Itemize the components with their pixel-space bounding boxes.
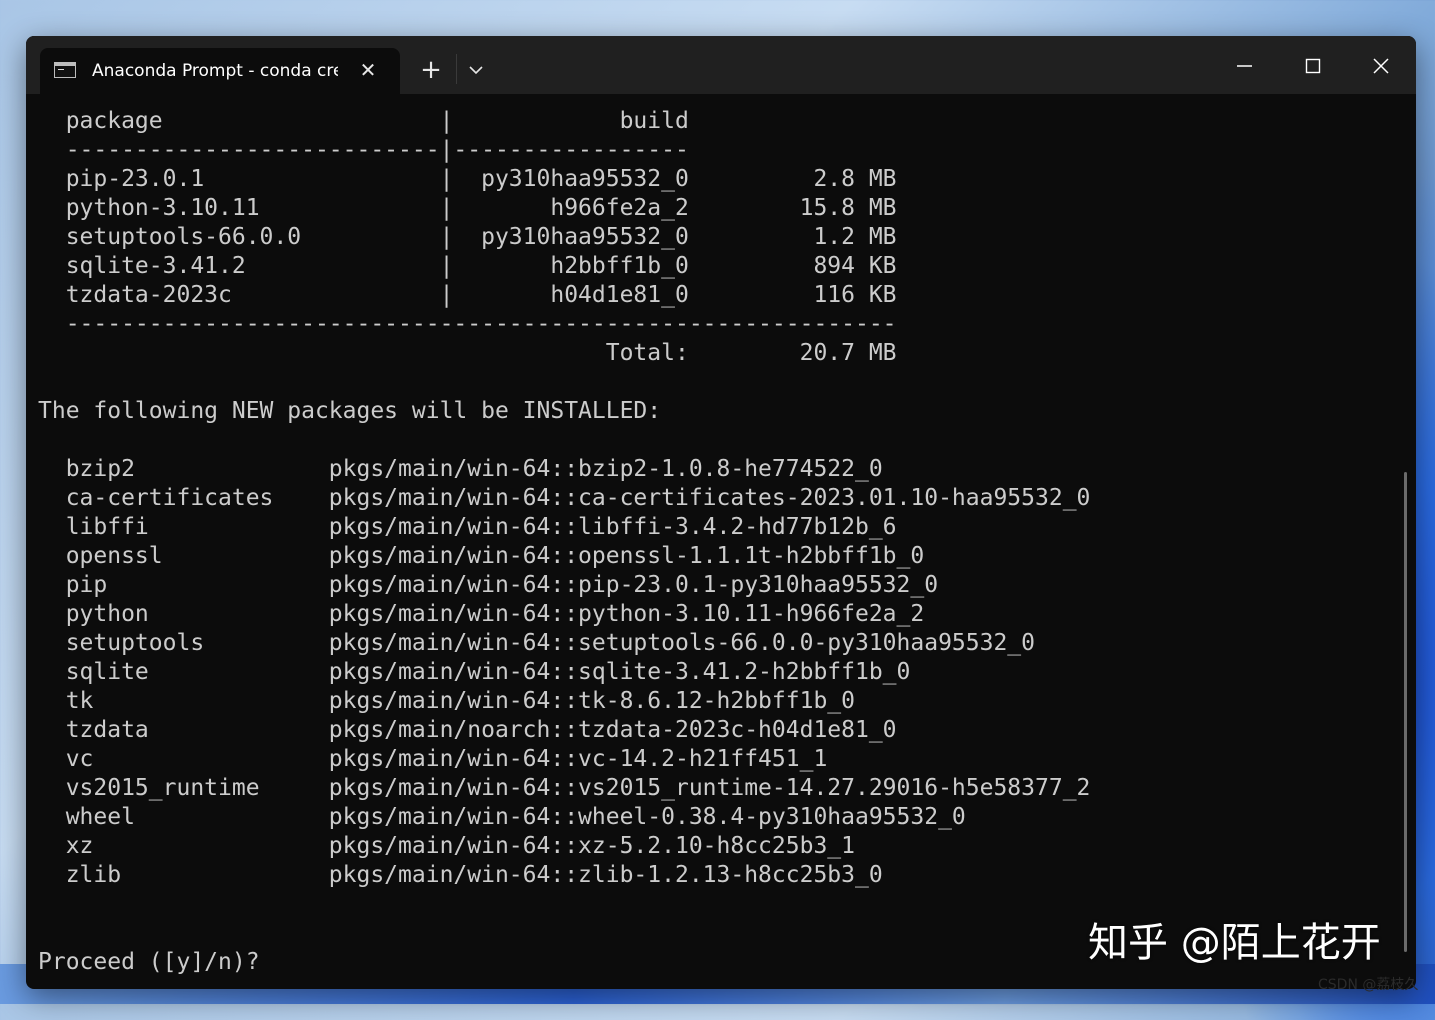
terminal-line: python pkgs/main/win-64::python-3.10.11-…: [38, 600, 924, 629]
terminal-line: sqlite-3.41.2 | h2bbff1b_0 894 KB: [38, 252, 897, 281]
terminal-line: ----------------------------------------…: [38, 310, 897, 339]
terminal-line: ca-certificates pkgs/main/win-64::ca-cer…: [38, 484, 1090, 513]
terminal-line: tk pkgs/main/win-64::tk-8.6.12-h2bbff1b_…: [38, 687, 855, 716]
terminal-line: wheel pkgs/main/win-64::wheel-0.38.4-py3…: [38, 803, 966, 832]
tab-title: Anaconda Prompt - conda create: [92, 60, 338, 82]
terminal-line: tzdata pkgs/main/noarch::tzdata-2023c-h0…: [38, 716, 897, 745]
vertical-scrollbar[interactable]: [1404, 472, 1407, 952]
tab-close-button[interactable]: ✕: [356, 58, 380, 82]
tab-dropdown-button[interactable]: [464, 56, 488, 84]
terminal-line: libffi pkgs/main/win-64::libffi-3.4.2-hd…: [38, 513, 897, 542]
maximize-button[interactable]: [1296, 50, 1330, 82]
terminal-line: tzdata-2023c | h04d1e81_0 116 KB: [38, 281, 897, 310]
terminal-line: The following NEW packages will be INSTA…: [38, 397, 661, 426]
close-button[interactable]: [1364, 50, 1398, 82]
terminal-window: Anaconda Prompt - conda create ✕ +: [26, 36, 1416, 989]
terminal-line: sqlite pkgs/main/win-64::sqlite-3.41.2-h…: [38, 658, 910, 687]
terminal-line: ---------------------------|------------…: [38, 136, 689, 165]
terminal-line: vc pkgs/main/win-64::vc-14.2-h21ff451_1: [38, 745, 827, 774]
tab-anaconda-prompt[interactable]: Anaconda Prompt - conda create ✕: [40, 48, 400, 94]
minimize-button[interactable]: [1227, 50, 1261, 82]
terminal-line: bzip2 pkgs/main/win-64::bzip2-1.0.8-he77…: [38, 455, 883, 484]
minimize-icon: [1227, 50, 1261, 82]
title-bar[interactable]: Anaconda Prompt - conda create ✕ +: [26, 36, 1416, 94]
terminal-line: xz pkgs/main/win-64::xz-5.2.10-h8cc25b3_…: [38, 832, 855, 861]
csdn-credit: CSDN @荔枝久: [1318, 976, 1418, 994]
zhihu-watermark: 知乎 @陌上花开: [1088, 915, 1381, 971]
terminal-line: setuptools pkgs/main/win-64::setuptools-…: [38, 629, 1035, 658]
terminal-line: package | build: [38, 107, 689, 136]
terminal-line: python-3.10.11 | h966fe2a_2 15.8 MB: [38, 194, 897, 223]
terminal-line: setuptools-66.0.0 | py310haa95532_0 1.2 …: [38, 223, 897, 252]
terminal-output[interactable]: package | build ------------------------…: [26, 94, 1416, 989]
new-tab-button[interactable]: +: [416, 56, 446, 84]
terminal-line: pip-23.0.1 | py310haa95532_0 2.8 MB: [38, 165, 897, 194]
maximize-icon: [1296, 50, 1330, 82]
chevron-down-icon: [464, 56, 488, 84]
terminal-line: openssl pkgs/main/win-64::openssl-1.1.1t…: [38, 542, 924, 571]
tab-separator: [456, 54, 457, 84]
terminal-prompt: Proceed ([y]/n)?: [38, 948, 260, 977]
terminal-icon: [54, 62, 76, 78]
terminal-line: Total: 20.7 MB: [38, 339, 897, 368]
terminal-line: pip pkgs/main/win-64::pip-23.0.1-py310ha…: [38, 571, 938, 600]
terminal-line: zlib pkgs/main/win-64::zlib-1.2.13-h8cc2…: [38, 861, 883, 890]
terminal-line: vs2015_runtime pkgs/main/win-64::vs2015_…: [38, 774, 1090, 803]
close-icon: [1364, 50, 1398, 82]
